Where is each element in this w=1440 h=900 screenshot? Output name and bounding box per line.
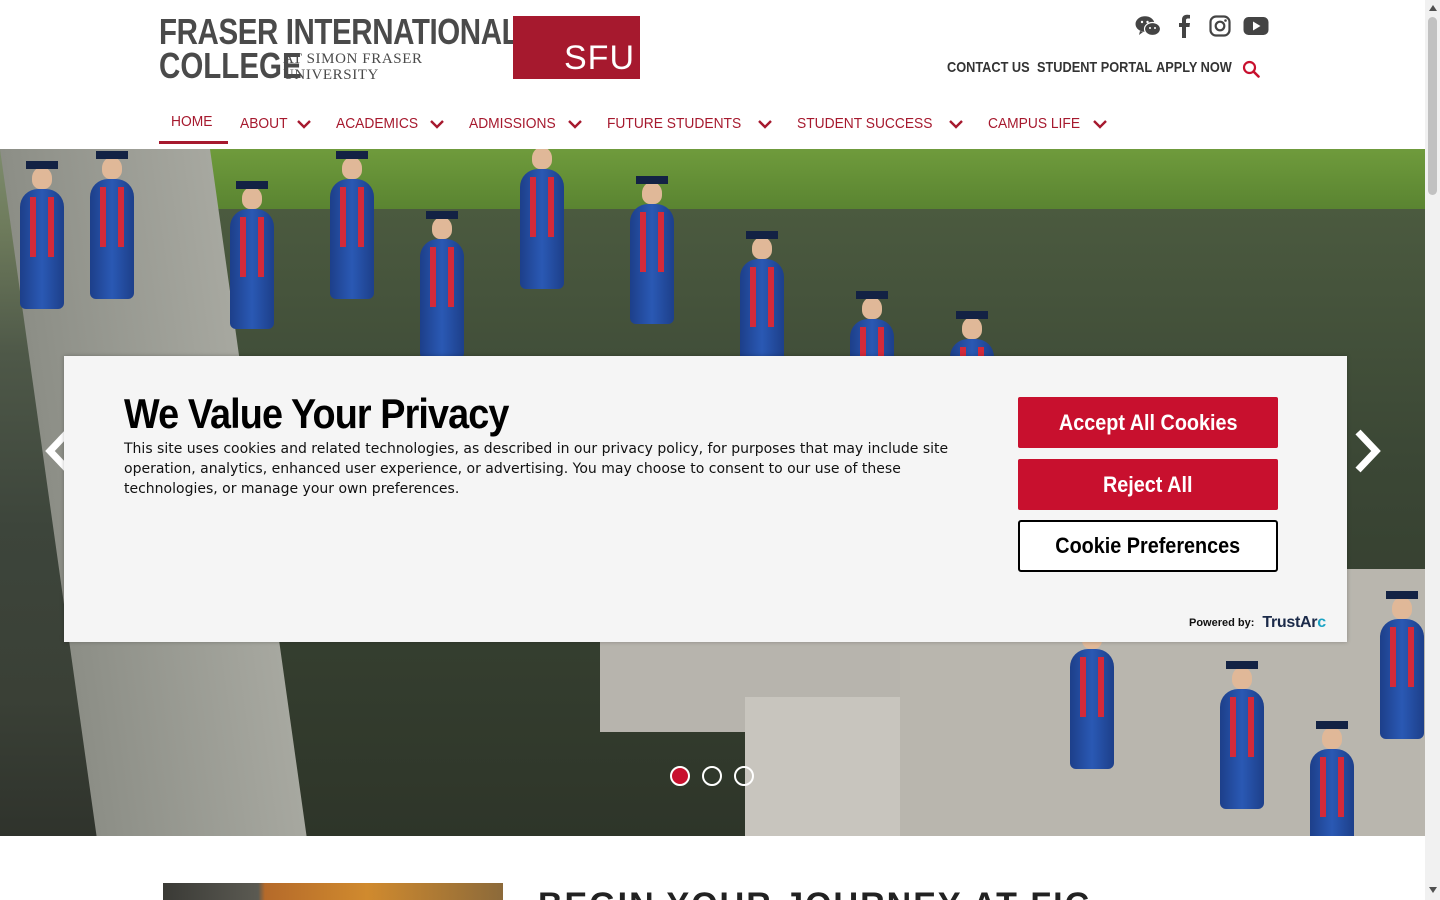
instagram-icon[interactable] xyxy=(1206,12,1234,40)
scroll-up-arrow-icon[interactable] xyxy=(1425,2,1440,14)
carousel-dot-2[interactable] xyxy=(702,766,722,786)
contact-us-link[interactable]: CONTACT US xyxy=(947,59,1030,76)
chevron-down-icon xyxy=(567,117,583,129)
fic-logo[interactable]: FRASER INTERNATIONAL COLLEGE AT SIMON FR… xyxy=(159,14,520,86)
logo-line-3: AT SIMON FRASER UNIVERSITY xyxy=(283,51,423,83)
cookie-banner-body: This site uses cookies and related techn… xyxy=(124,441,949,497)
wechat-icon[interactable] xyxy=(1134,12,1162,40)
carousel-dots xyxy=(670,766,754,786)
trustarc-logo-accent: c xyxy=(1317,614,1326,631)
hero-image-graduate xyxy=(1070,621,1114,769)
nav-about[interactable]: ABOUT xyxy=(228,102,324,144)
chevron-down-icon xyxy=(429,117,445,129)
accept-all-cookies-label: Accept All Cookies xyxy=(1058,409,1238,435)
site-header: FRASER INTERNATIONAL COLLEGE AT SIMON FR… xyxy=(0,0,1425,149)
sfu-logo[interactable]: SFU xyxy=(513,16,640,79)
hero-image-graduate xyxy=(230,181,274,329)
cookie-preferences-label: Cookie Preferences xyxy=(1055,533,1241,558)
nav-student-success-label: STUDENT SUCCESS xyxy=(796,114,933,132)
nav-home[interactable]: HOME xyxy=(159,102,228,144)
nav-future-students-label: FUTURE STUDENTS xyxy=(607,114,742,132)
hero-image-graduate xyxy=(20,161,64,309)
chevron-down-icon xyxy=(757,117,773,129)
cookie-preferences-button[interactable]: Cookie Preferences xyxy=(1018,520,1278,572)
hero-image-graduate xyxy=(90,151,134,299)
hero-image-graduate xyxy=(520,149,564,289)
nav-home-label: HOME xyxy=(171,113,213,130)
utility-nav: CONTACT US STUDENT PORTAL APPLY NOW xyxy=(947,59,1244,76)
sfu-mark: SFU xyxy=(564,39,635,77)
hero-image-graduate xyxy=(630,176,674,324)
reject-all-label: Reject All xyxy=(1103,471,1193,497)
search-icon[interactable] xyxy=(1242,60,1262,80)
scroll-down-arrow-icon[interactable] xyxy=(1425,884,1440,896)
hero-image-graduate xyxy=(1380,591,1424,739)
journey-heading: BEGIN YOUR JOURNEY AT FIC xyxy=(538,886,1091,900)
nav-academics[interactable]: ACADEMICS xyxy=(324,102,457,144)
social-links xyxy=(1134,12,1278,40)
apply-now-link[interactable]: APPLY NOW xyxy=(1156,59,1232,76)
carousel-dot-1[interactable] xyxy=(670,766,690,786)
carousel-dot-3[interactable] xyxy=(734,766,754,786)
logo-line-2: COLLEGE xyxy=(159,45,302,86)
nav-admissions[interactable]: ADMISSIONS xyxy=(457,102,595,144)
nav-about-label: ABOUT xyxy=(240,114,288,132)
page-scrollbar[interactable] xyxy=(1425,0,1440,900)
powered-by-label: Powered by: xyxy=(1189,617,1255,629)
nav-admissions-label: ADMISSIONS xyxy=(468,114,556,132)
main-nav: HOME ABOUT ACADEMICS ADMISSIONS FUTURE S… xyxy=(159,102,1120,144)
cookie-consent-banner: We Value Your Privacy This site uses coo… xyxy=(64,356,1347,642)
carousel-next-arrow[interactable] xyxy=(1348,426,1388,476)
facebook-icon[interactable] xyxy=(1170,12,1198,40)
nav-student-success[interactable]: STUDENT SUCCESS xyxy=(785,102,976,144)
nav-campus-life[interactable]: CAMPUS LIFE xyxy=(976,102,1120,144)
reject-all-button[interactable]: Reject All xyxy=(1018,459,1278,510)
logo-line-3a: AT SIMON FRASER xyxy=(283,51,423,67)
chevron-down-icon xyxy=(948,117,964,129)
hero-image-graduate xyxy=(1310,721,1354,836)
journey-image xyxy=(163,883,503,900)
nav-future-students[interactable]: FUTURE STUDENTS xyxy=(595,102,785,144)
chevron-down-icon xyxy=(1092,117,1108,129)
hero-image-graduate xyxy=(420,211,464,359)
trustarc-logo-text: TrustAr xyxy=(1262,614,1318,631)
student-portal-link[interactable]: STUDENT PORTAL xyxy=(1037,59,1152,76)
trustarc-logo[interactable]: TrustArc xyxy=(1262,614,1326,632)
scrollbar-thumb[interactable] xyxy=(1428,17,1437,195)
chevron-down-icon xyxy=(296,117,312,129)
nav-academics-label: ACADEMICS xyxy=(335,114,418,132)
youtube-icon[interactable] xyxy=(1242,12,1270,40)
accept-all-cookies-button[interactable]: Accept All Cookies xyxy=(1018,397,1278,448)
logo-line-3b: UNIVERSITY xyxy=(283,67,379,83)
nav-campus-life-label: CAMPUS LIFE xyxy=(988,114,1081,132)
hero-image-graduate xyxy=(330,151,374,299)
hero-image-graduate xyxy=(1220,661,1264,809)
powered-by: Powered by: TrustArc xyxy=(1189,614,1326,632)
cookie-banner-title: We Value Your Privacy xyxy=(124,390,509,437)
